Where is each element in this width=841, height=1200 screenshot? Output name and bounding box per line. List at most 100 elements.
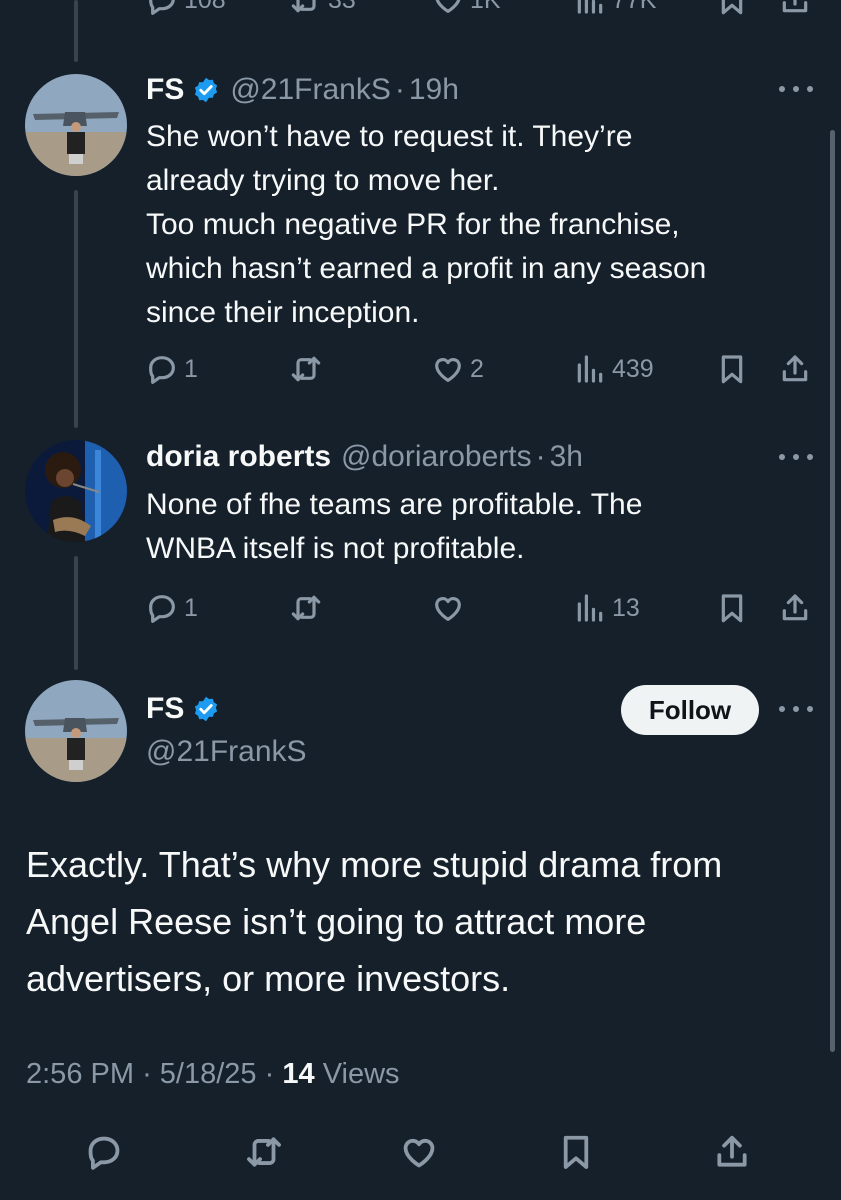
tweet-text-line: advertisers, or more investors. <box>26 958 511 999</box>
top-bookmark-button[interactable] <box>716 0 748 16</box>
reply-button[interactable]: 1 <box>146 592 198 624</box>
main-tweet-text: Exactly. That’s why more stupid drama fr… <box>26 836 816 1007</box>
tweet-text-line: She won’t have to request it. They’re <box>146 120 633 153</box>
like-button[interactable]: 2 <box>432 353 484 385</box>
author-name[interactable]: FS <box>146 692 184 726</box>
tweet-text-line: WNBA itself is not profitable. <box>146 532 525 565</box>
reply-count: 1 <box>184 354 198 383</box>
author-handle[interactable]: @21FrankS <box>146 735 307 769</box>
author-name[interactable]: FS <box>146 73 184 107</box>
like-count: 2 <box>470 354 484 383</box>
reply-icon <box>149 595 175 623</box>
tweet-time[interactable]: 3h <box>550 440 583 474</box>
scrollbar[interactable] <box>830 130 835 1052</box>
views-icon <box>577 355 603 383</box>
author-handle[interactable]: @doriaroberts <box>341 440 532 474</box>
top-like-count: 1K <box>470 0 501 15</box>
reply-icon <box>149 356 175 384</box>
bookmark-icon <box>721 594 743 623</box>
like-icon <box>435 597 461 621</box>
retweet-button[interactable] <box>290 592 322 624</box>
top-views-count: 77K <box>612 0 656 15</box>
tweet-text-line: since their inception. <box>146 296 420 329</box>
avatar[interactable] <box>25 680 127 782</box>
avatar-photo <box>25 440 127 542</box>
main-author-handle-row: @21FrankS <box>146 735 307 769</box>
bookmark-icon <box>721 0 743 15</box>
top-retweet-count: 33 <box>328 0 356 15</box>
tweet-timestamp[interactable]: 2:56 PM <box>26 1058 134 1090</box>
more-icon[interactable] <box>779 454 813 464</box>
bookmark-button[interactable] <box>557 1133 595 1171</box>
reply2-header: doria roberts @doriaroberts · 3h <box>146 440 583 474</box>
views-count: 14 <box>282 1058 315 1090</box>
top-views-button[interactable]: 77K <box>574 0 656 16</box>
share-button[interactable] <box>713 1133 751 1171</box>
like-icon <box>435 0 461 13</box>
views-icon <box>577 0 603 14</box>
tweet-text: None of fhe teams are profitable. The WN… <box>146 483 642 571</box>
retweet-icon <box>247 1137 281 1167</box>
thread-line-top <box>74 0 78 62</box>
separator-dot: · <box>535 440 546 473</box>
retweet-icon <box>291 595 321 621</box>
more-icon[interactable] <box>779 706 813 716</box>
verified-badge-icon <box>192 76 220 104</box>
separator-dot: · <box>142 1058 152 1090</box>
tweet-text-line: Angel Reese isn’t going to attract more <box>26 901 647 942</box>
tweet-text-line: Too much negative PR for the franchise, <box>146 208 680 241</box>
retweet-icon <box>291 0 316 13</box>
bookmark-button[interactable] <box>716 353 748 385</box>
tweet-text-line: already trying to move her. <box>146 164 500 197</box>
tweet-meta: 2:56 PM · 5/18/25 · 14 Views <box>26 1058 400 1091</box>
follow-button[interactable]: Follow <box>621 685 759 735</box>
views-button[interactable]: 439 <box>574 353 654 385</box>
tweet-time[interactable]: 19h <box>409 73 459 107</box>
share-icon <box>782 0 808 13</box>
author-handle[interactable]: @21FrankS <box>230 73 391 107</box>
top-reply-count: 108 <box>184 0 226 15</box>
views-count: 439 <box>612 354 654 383</box>
separator-dot: · <box>394 73 405 106</box>
views-button[interactable]: 13 <box>574 592 640 624</box>
more-icon[interactable] <box>779 86 813 96</box>
like-button[interactable] <box>400 1133 438 1171</box>
reply-button[interactable] <box>85 1133 123 1171</box>
bookmark-icon <box>721 355 743 384</box>
share-icon <box>717 1135 747 1167</box>
share-icon <box>782 355 808 382</box>
avatar-photo <box>25 680 127 782</box>
thread-line-reply2 <box>74 556 78 670</box>
retweet-button[interactable] <box>290 353 322 385</box>
views-label: Views <box>322 1058 400 1090</box>
bookmark-icon <box>563 1135 589 1169</box>
reply-icon <box>88 1136 120 1170</box>
avatar-photo <box>25 74 127 176</box>
share-button[interactable] <box>779 353 811 385</box>
bookmark-button[interactable] <box>716 592 748 624</box>
share-icon <box>782 594 808 621</box>
top-retweet-button[interactable]: 33 <box>290 0 356 16</box>
author-name[interactable]: doria roberts <box>146 440 331 474</box>
avatar[interactable] <box>25 440 127 542</box>
tweet-text-line: which hasn’t earned a profit in any seas… <box>146 252 707 285</box>
tweet-text-line: None of fhe teams are profitable. The <box>146 488 643 521</box>
avatar[interactable] <box>25 74 127 176</box>
retweet-icon <box>291 356 321 382</box>
verified-badge-icon <box>192 695 220 723</box>
tweet-date[interactable]: 5/18/25 <box>160 1058 257 1090</box>
reply-icon <box>149 0 175 15</box>
reply-button[interactable]: 1 <box>146 353 198 385</box>
top-reply-button[interactable]: 108 <box>146 0 226 16</box>
share-button[interactable] <box>779 592 811 624</box>
retweet-button[interactable] <box>245 1133 283 1171</box>
like-button[interactable] <box>432 592 464 624</box>
top-like-button[interactable]: 1K <box>432 0 501 16</box>
tweet-text: She won’t have to request it. They’re al… <box>146 115 706 335</box>
like-icon <box>403 1138 435 1168</box>
like-icon <box>435 358 461 382</box>
top-share-button[interactable] <box>779 0 811 16</box>
tweet-text-line: Exactly. That’s why more stupid drama fr… <box>26 844 723 885</box>
views-count: 13 <box>612 593 640 622</box>
reply-count: 1 <box>184 593 198 622</box>
